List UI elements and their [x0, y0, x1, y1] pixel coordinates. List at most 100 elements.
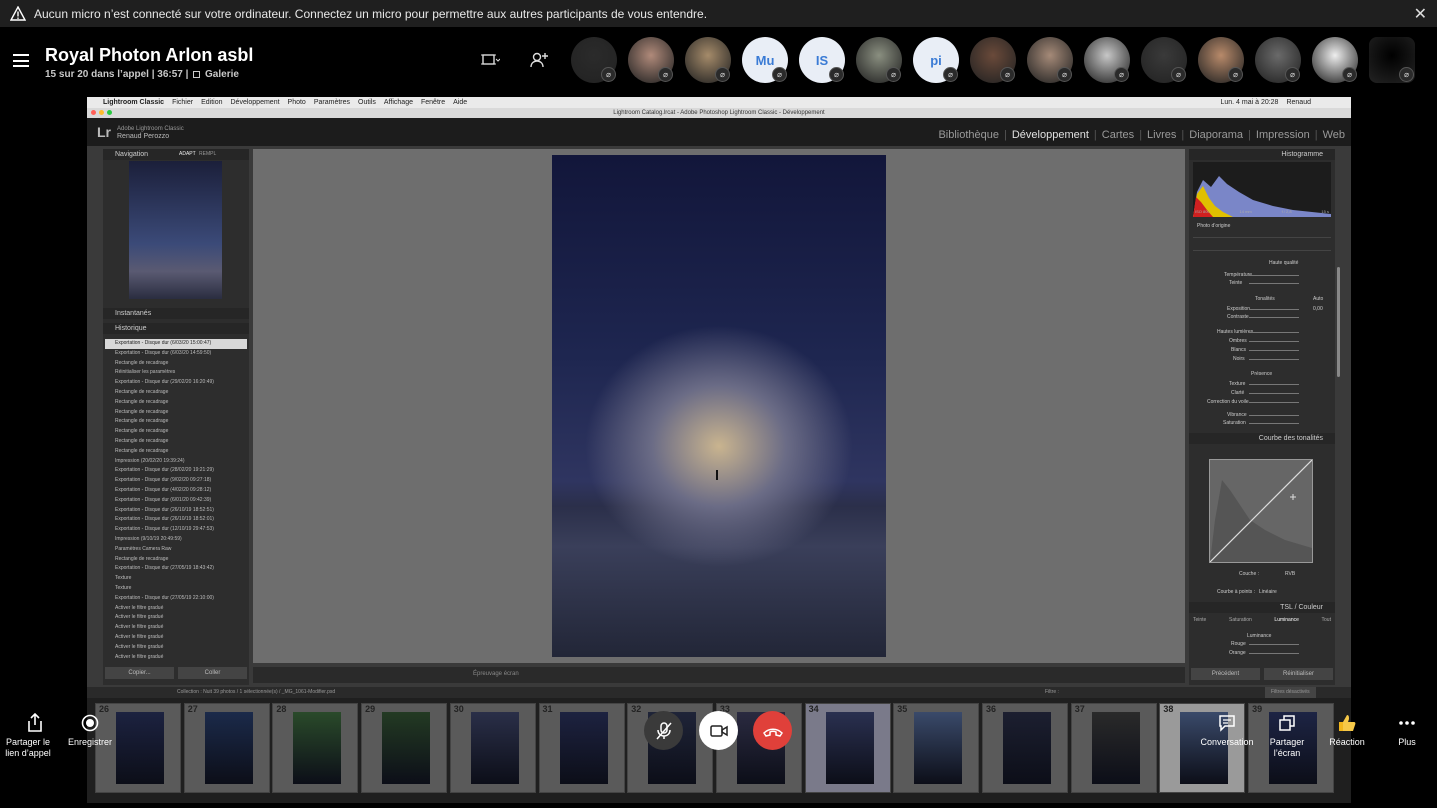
history-item[interactable]: Activer le filtre gradué [105, 623, 247, 633]
vibrance-slider[interactable] [1249, 415, 1299, 416]
mac-menu-item[interactable]: Edition [201, 99, 222, 106]
mac-menu-item[interactable]: Photo [288, 99, 306, 106]
close-icon[interactable]: ✕ [1414, 4, 1427, 24]
mac-menu-item[interactable]: Outils [358, 99, 376, 106]
dehaze-slider[interactable] [1249, 402, 1299, 403]
history-item[interactable]: Paramètres Camera Raw [105, 545, 247, 555]
nav-zoom[interactable]: REMPL [199, 149, 216, 160]
tone-auto[interactable]: Auto [1313, 296, 1323, 302]
tint-slider[interactable] [1249, 283, 1299, 284]
hang-up-button[interactable] [753, 711, 792, 750]
history-item[interactable]: Activer le filtre gradué [105, 633, 247, 643]
history-item[interactable]: Exportation - Disque dur (27/05/19 22:10… [105, 594, 247, 604]
hsl-tab[interactable]: Tout [1322, 617, 1331, 623]
contrast-slider[interactable] [1249, 317, 1299, 318]
history-item[interactable]: Exportation - Disque dur (26/10/19 18:52… [105, 515, 247, 525]
mac-menu-item[interactable]: Lightroom Classic [103, 99, 164, 106]
nav-fit[interactable]: ADAPT [179, 149, 196, 160]
history-item[interactable]: Exportation - Disque dur (12/10/19 29:47… [105, 525, 247, 535]
filmstrip-cell[interactable]: 29 [361, 703, 448, 793]
close-dot[interactable] [91, 110, 96, 115]
loupe-view[interactable] [253, 149, 1185, 663]
reset-button[interactable]: Réinitialiser [1264, 668, 1333, 680]
tone-curve-header[interactable]: Courbe des tonalités [1189, 433, 1335, 444]
module-tab[interactable]: Développement [1012, 129, 1089, 141]
orange-slider[interactable] [1249, 653, 1299, 654]
point-curve-value[interactable]: Linéaire [1259, 589, 1277, 595]
texture-slider[interactable] [1249, 384, 1299, 385]
history-item[interactable]: Exportation - Disque dur (28/02/20 19:21… [105, 466, 247, 476]
history-item[interactable]: Rectangle de recadrage [105, 417, 247, 427]
filmstrip-thumbnail[interactable] [293, 712, 342, 784]
history-item[interactable]: Exportation - Disque dur (6/03/20 15:00:… [105, 339, 247, 349]
filmstrip-thumbnail[interactable] [470, 712, 519, 784]
mac-menu-item[interactable]: Fichier [172, 99, 193, 106]
history-item[interactable]: Rectangle de recadrage [105, 359, 247, 369]
snapshots-header[interactable]: Instantanés [103, 308, 249, 319]
hsl-tab[interactable]: Luminance [1274, 617, 1298, 623]
blacks-slider[interactable] [1249, 359, 1299, 360]
navigator-preview[interactable] [129, 161, 222, 299]
hsl-header[interactable]: TSL / Couleur [1189, 602, 1335, 613]
more-control[interactable]: Plus [1372, 709, 1437, 748]
saturation-slider[interactable] [1249, 423, 1299, 424]
histogram-header[interactable]: Histogramme [1189, 149, 1335, 160]
filmstrip-thumbnail[interactable] [825, 712, 874, 784]
hsl-tab[interactable]: Teinte [1193, 617, 1206, 623]
module-tab[interactable]: Impression [1256, 129, 1310, 141]
whites-slider[interactable] [1249, 350, 1299, 351]
history-item[interactable]: Activer le filtre gradué [105, 653, 247, 663]
paste-button[interactable]: Coller [178, 667, 247, 679]
module-tab[interactable]: Bibliothèque [938, 129, 999, 141]
profile-value[interactable]: Haute qualité [1269, 260, 1298, 266]
add-participant-icon[interactable] [529, 51, 549, 69]
history-item[interactable]: Exportation - Disque dur (4/02/20 09:28:… [105, 486, 247, 496]
menu-icon[interactable] [13, 54, 29, 67]
mac-menu-item[interactable]: Paramètres [314, 99, 350, 106]
history-item[interactable]: Exportation - Disque dur (29/02/20 16:20… [105, 378, 247, 388]
history-item[interactable]: Réinitialiser les paramètres [105, 368, 247, 378]
filmstrip-cell[interactable]: 36 [982, 703, 1068, 793]
filmstrip-path[interactable]: Collection : Nuit 39 photos / 1 sélectio… [177, 689, 335, 695]
history-item[interactable]: Exportation - Disque dur (27/05/19 18:43… [105, 564, 247, 574]
filmstrip-thumbnail[interactable] [382, 712, 431, 784]
exposure-value[interactable]: 0,00 [1313, 306, 1323, 312]
history-item[interactable]: Activer le filtre gradué [105, 604, 247, 614]
clarity-slider[interactable] [1249, 393, 1299, 394]
zoom-dot[interactable] [107, 110, 112, 115]
history-item[interactable]: Rectangle de recadrage [105, 555, 247, 565]
filmstrip-thumbnail[interactable] [559, 712, 608, 784]
module-tab[interactable]: Web [1323, 129, 1345, 141]
history-item[interactable]: Rectangle de recadrage [105, 398, 247, 408]
filmstrip-cell[interactable]: 27 [183, 703, 270, 793]
hsl-tab[interactable]: Saturation [1229, 617, 1252, 623]
filmstrip-cell[interactable]: 35 [893, 703, 980, 793]
history-item[interactable]: Rectangle de recadrage [105, 408, 247, 418]
softproof-label[interactable]: Épreuvage écran [473, 671, 519, 677]
filmstrip-cell[interactable]: 28 [272, 703, 359, 793]
navigator-header[interactable]: Navigation ADAPT REMPL [103, 149, 249, 160]
shadows-slider[interactable] [1249, 341, 1299, 342]
filmstrip-thumbnail[interactable] [1003, 712, 1051, 784]
history-item[interactable]: Impression (20/02/20 19:39:24) [105, 457, 247, 467]
minimize-dot[interactable] [99, 110, 104, 115]
exposure-slider[interactable] [1249, 309, 1299, 310]
filmstrip-cell[interactable]: 34 [804, 703, 891, 793]
channel-value[interactable]: RVB [1285, 571, 1295, 577]
mac-menu-item[interactable]: Fenêtre [421, 99, 445, 106]
original-photo-checkbox[interactable]: Photo d’origine [1197, 223, 1230, 229]
record-control[interactable]: Enregistrer [55, 709, 125, 748]
history-item[interactable]: Rectangle de recadrage [105, 447, 247, 457]
history-item[interactable]: Exportation - Disque dur (6/01/20 09:42:… [105, 496, 247, 506]
highlights-slider[interactable] [1249, 332, 1299, 333]
history-header[interactable]: Historique [103, 323, 249, 334]
mac-menu-item[interactable]: Développement [231, 99, 280, 106]
history-item[interactable]: Impression (9/10/19 20:49:59) [105, 535, 247, 545]
mic-button[interactable] [644, 711, 683, 750]
milky-way-photo[interactable] [552, 155, 886, 657]
camera-button[interactable] [699, 711, 738, 750]
filmstrip-cell[interactable]: 37 [1070, 703, 1157, 793]
copy-button[interactable]: Copier... [105, 667, 174, 679]
mac-menu-item[interactable]: Affichage [384, 99, 413, 106]
history-item[interactable]: Exportation - Disque dur (6/03/20 14:59:… [105, 349, 247, 359]
